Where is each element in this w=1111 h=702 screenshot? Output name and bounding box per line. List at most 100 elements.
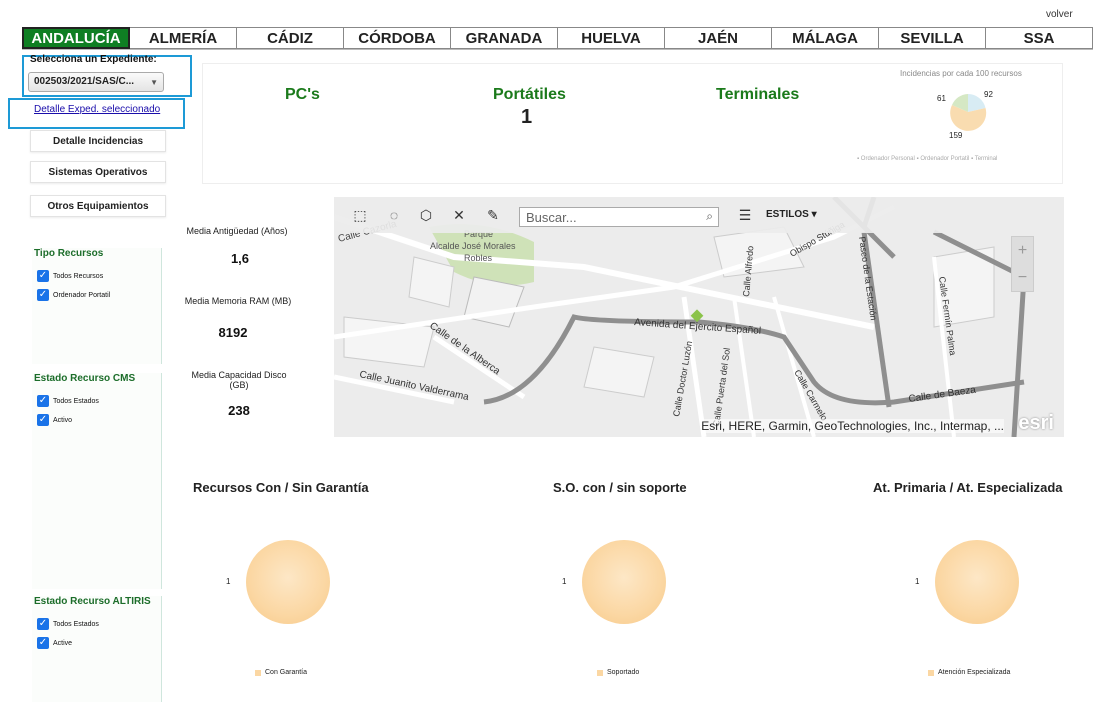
chart-title-soporte: S.O. con / sin soporte: [553, 480, 687, 495]
edit-icon[interactable]: ✎: [485, 207, 501, 223]
chart-title-atencion: At. Primaria / At. Especializada: [873, 480, 1063, 495]
map-toolbar: ⬚ ◌ ⬡ ✕ ✎ Buscar... ⌕ ☰ ESTILOS ▾: [334, 197, 1064, 233]
pie-soporte: [582, 540, 666, 624]
summary-panel: [202, 63, 1063, 184]
estilos-label: ESTILOS: [766, 209, 809, 220]
tab-ssa[interactable]: SSA: [986, 27, 1093, 49]
estado-altiris-panel: Estado Recurso ALTIRIS ✓ Todos Estados ✓…: [32, 596, 162, 702]
checkbox-label: Active: [53, 639, 73, 647]
circle-select-icon[interactable]: ◌: [386, 207, 402, 223]
checkbox-label: Todos Recursos: [53, 272, 104, 280]
legend-atencion: Atención Especializada: [928, 669, 1010, 676]
checkbox-label: Ordenador Portatil: [53, 291, 111, 299]
media-ram-label: Media Memoria RAM (MB): [184, 296, 292, 306]
portatiles-value: 1: [521, 106, 533, 128]
checkbox-label: Activo: [53, 416, 73, 424]
legend-atencion-label: Atención Especializada: [938, 669, 1011, 676]
pie-label-b: 92: [984, 90, 993, 99]
map-view[interactable]: Calle Cazorla Parque Alcalde José Morale…: [334, 197, 1064, 437]
map-label-parque-3: Robles: [464, 253, 493, 263]
layers-icon[interactable]: ☰: [737, 207, 753, 223]
tab-huelva[interactable]: HUELVA: [558, 27, 665, 49]
tab-cadiz[interactable]: CÁDIZ: [237, 27, 344, 49]
tab-malaga[interactable]: MÁLAGA: [772, 27, 879, 49]
checkbox-todos-estados-altiris[interactable]: ✓ Todos Estados: [37, 618, 99, 630]
tab-almeria[interactable]: ALMERÍA: [130, 27, 237, 49]
estado-altiris-title: Estado Recurso ALTIRIS: [34, 596, 151, 607]
clear-selection-icon[interactable]: ✕: [451, 207, 467, 223]
map-label-parque-2: Alcalde José Morales: [430, 241, 516, 251]
map-attribution: Esri, HERE, Garmin, GeoTechnologies, Inc…: [701, 419, 1004, 433]
check-icon: ✓: [37, 289, 49, 301]
detalle-expediente-link[interactable]: Detalle Exped. seleccionado: [34, 104, 160, 115]
tab-andalucia[interactable]: ANDALUCÍA: [22, 27, 130, 49]
tipo-recursos-title: Tipo Recursos: [34, 248, 104, 259]
media-antiguedad-value: 1,6: [230, 251, 250, 266]
pie-garantia: [246, 540, 330, 624]
media-disco-label: Media Capacidad Disco (GB): [191, 370, 287, 390]
media-disco-value: 238: [228, 403, 250, 418]
summary-legend: ▪ Ordenador Personal ▪ Ordenador Portati…: [857, 156, 998, 162]
legend-ordenador-portatil: Ordenador Portatil: [920, 156, 970, 162]
chevron-down-icon: ▾: [811, 209, 817, 220]
checkbox-todos-estados[interactable]: ✓ Todos Estados: [37, 395, 99, 407]
expediente-value: 002503/2021/SAS/C...: [34, 76, 135, 87]
checkbox-todos-recursos[interactable]: ✓ Todos Recursos: [37, 270, 103, 282]
sistemas-operativos-button[interactable]: Sistemas Operativos: [30, 161, 166, 183]
legend-garantia: Con Garantía: [255, 669, 307, 676]
province-tabs: ANDALUCÍA ALMERÍA CÁDIZ CÓRDOBA GRANADA …: [22, 27, 1093, 49]
pie-soporte-label: 1: [562, 577, 567, 586]
tab-cordoba[interactable]: CÓRDOBA: [344, 27, 451, 49]
terminales-label: Terminales: [716, 86, 800, 103]
zoom-in-button[interactable]: +: [1012, 237, 1033, 264]
checkbox-activo[interactable]: ✓ Activo: [37, 414, 72, 426]
incidencias-title: Incidencias por cada 100 recursos: [900, 69, 1022, 78]
pie-label-c: 159: [949, 131, 963, 140]
check-icon: ✓: [37, 637, 49, 649]
legend-soporte: Soportado: [597, 669, 639, 676]
portatiles-label: Portátiles: [493, 86, 566, 103]
otros-equipamientos-button[interactable]: Otros Equipamientos: [30, 195, 166, 217]
tipo-recursos-panel: Tipo Recursos ✓ Todos Recursos ✓ Ordenad…: [32, 248, 162, 364]
detalle-incidencias-button[interactable]: Detalle Incidencias: [30, 130, 166, 152]
estado-cms-panel: Estado Recurso CMS ✓ Todos Estados ✓ Act…: [32, 373, 162, 589]
chevron-down-icon: ▼: [150, 78, 158, 87]
legend-soporte-label: Soportado: [607, 669, 640, 676]
map-streets: Calle Cazorla Parque Alcalde José Morale…: [334, 197, 1064, 437]
zoom-control: + −: [1011, 236, 1034, 292]
legend-swatch: [928, 669, 934, 676]
checkbox-active[interactable]: ✓ Active: [37, 637, 72, 649]
check-icon: ✓: [37, 270, 49, 282]
polygon-select-icon[interactable]: ⬡: [418, 207, 434, 223]
check-icon: ✓: [37, 618, 49, 630]
checkbox-ordenador-portatil[interactable]: ✓ Ordenador Portatil: [37, 289, 110, 301]
expediente-select[interactable]: 002503/2021/SAS/C... ▼: [28, 72, 164, 92]
legend-garantia-label: Con Garantía: [265, 669, 308, 676]
expediente-label: Selecciona un Expediente:: [30, 54, 157, 65]
check-icon: ✓: [37, 414, 49, 426]
checkbox-label: Todos Estados: [53, 620, 99, 628]
estado-cms-title: Estado Recurso CMS: [34, 373, 136, 384]
search-icon[interactable]: ⌕: [706, 209, 713, 224]
media-antiguedad-label: Media Antigüedad (Años): [186, 226, 288, 236]
tab-jaen[interactable]: JAÉN: [665, 27, 772, 49]
tab-granada[interactable]: GRANADA: [451, 27, 558, 49]
zoom-out-button[interactable]: −: [1012, 264, 1033, 291]
esri-logo: esri: [1018, 412, 1054, 434]
volver-link[interactable]: volver: [1046, 9, 1073, 20]
estilos-dropdown[interactable]: ESTILOS ▾: [766, 209, 817, 220]
pie-garantia-label: 1: [226, 577, 231, 586]
legend-terminal: Terminal: [974, 156, 998, 162]
legend-ordenador-personal: Ordenador Personal: [860, 156, 915, 162]
map-search-input[interactable]: Buscar... ⌕: [519, 207, 719, 227]
checkbox-label: Todos Estados: [53, 397, 99, 405]
chart-title-garantia: Recursos Con / Sin Garantía: [193, 480, 369, 495]
incidencias-pie-chart: [950, 94, 987, 131]
media-ram-value: 8192: [218, 325, 248, 340]
pie-atencion-label: 1: [915, 577, 920, 586]
rectangle-select-icon[interactable]: ⬚: [352, 207, 368, 223]
tab-sevilla[interactable]: SEVILLA: [879, 27, 986, 49]
legend-swatch: [597, 669, 603, 676]
map-search-placeholder: Buscar...: [526, 210, 577, 225]
pie-label-a: 61: [937, 94, 946, 103]
